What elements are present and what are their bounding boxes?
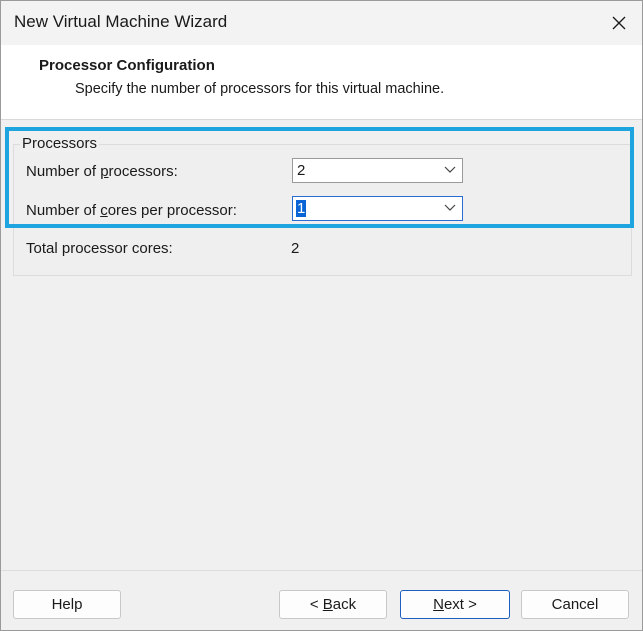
label-text: Number of	[26, 163, 101, 180]
close-icon	[612, 16, 626, 30]
window-title: New Virtual Machine Wizard	[14, 12, 228, 31]
cores-per-processor-value: 1	[296, 200, 307, 217]
cores-per-processor-label: Number of cores per processor:	[26, 202, 237, 219]
label-text: rocessors:	[108, 163, 178, 180]
num-processors-value: 2	[297, 162, 306, 179]
total-cores-value: 2	[291, 240, 300, 257]
wizard-window: New Virtual Machine Wizard Processor Con…	[0, 0, 643, 631]
button-mnemonic: B	[322, 596, 333, 613]
wizard-header: Processor Configuration Specify the numb…	[1, 45, 642, 120]
cores-per-processor-select[interactable]: 1	[292, 196, 463, 221]
chevron-down-icon	[444, 204, 456, 211]
label-text: Number of	[26, 202, 101, 219]
title-bar: New Virtual Machine Wizard	[1, 1, 642, 45]
button-mnemonic: N	[433, 596, 444, 613]
next-button[interactable]: Next >	[400, 590, 510, 619]
back-button[interactable]: < Back	[279, 590, 387, 619]
num-processors-label: Number of processors:	[26, 163, 178, 180]
cancel-button[interactable]: Cancel	[521, 590, 629, 619]
total-cores-label: Total processor cores:	[26, 240, 173, 257]
num-processors-select[interactable]: 2	[292, 158, 463, 183]
button-text: ext >	[443, 596, 477, 613]
page-subtitle: Specify the number of processors for thi…	[75, 81, 445, 97]
processors-group-label: Processors	[20, 135, 100, 152]
label-mnemonic: p	[100, 163, 109, 180]
close-button[interactable]	[596, 1, 642, 45]
chevron-down-icon	[444, 166, 456, 173]
page-title: Processor Configuration	[39, 57, 215, 74]
button-text: ack	[332, 596, 357, 613]
label-text: ores per processor:	[107, 202, 237, 219]
label-mnemonic: c	[100, 202, 108, 219]
help-button[interactable]: Help	[13, 590, 121, 619]
button-text: <	[309, 596, 323, 613]
